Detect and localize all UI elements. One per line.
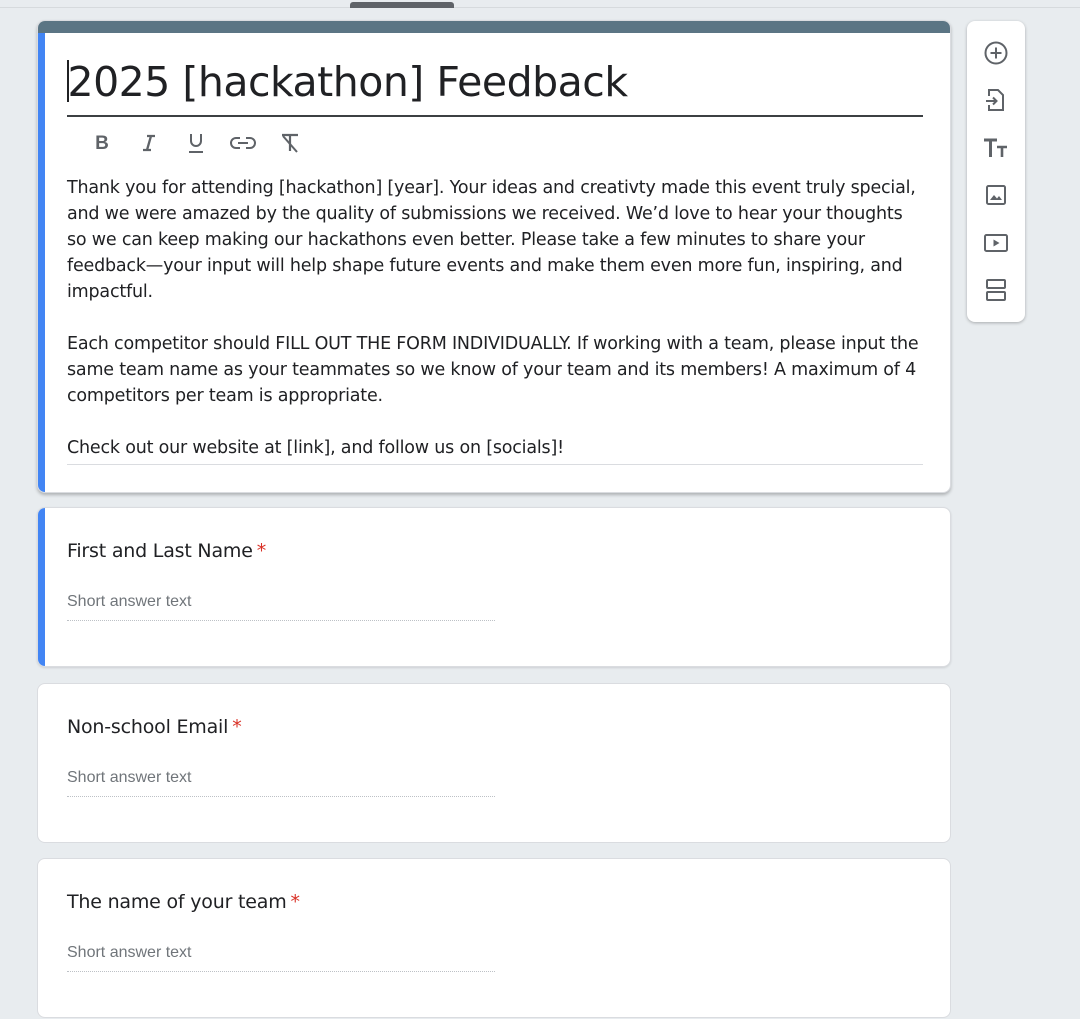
link-icon[interactable]: [219, 127, 266, 159]
question-title-text: The name of your team: [67, 891, 287, 913]
short-answer-field: Short answer text: [67, 942, 495, 972]
question-card[interactable]: Non-school Email * Short answer text: [37, 683, 951, 843]
required-asterisk: *: [256, 540, 267, 562]
top-divider: [0, 7, 1080, 8]
clear-format-icon[interactable]: [266, 127, 313, 159]
active-indicator: [38, 33, 45, 492]
import-questions-icon[interactable]: [974, 77, 1018, 125]
theme-color-bar: [38, 21, 950, 33]
form-header-card[interactable]: 2025 [hackathon] Feedback B Thank you fo…: [37, 20, 951, 493]
add-question-icon[interactable]: [974, 29, 1018, 77]
description-paragraph: Thank you for attending [hackathon] [yea…: [67, 178, 916, 302]
short-answer-field: Short answer text: [67, 767, 495, 797]
question-card[interactable]: The name of your team * Short answer text: [37, 858, 951, 1018]
form-description-input[interactable]: Thank you for attending [hackathon] [yea…: [67, 175, 923, 461]
italic-icon[interactable]: [125, 127, 172, 159]
floating-toolbar: [967, 21, 1025, 322]
description-paragraph: Each competitor should FILL OUT THE FORM…: [67, 334, 919, 406]
question-title-text: Non-school Email: [67, 716, 229, 738]
required-asterisk: *: [232, 716, 242, 738]
bold-icon[interactable]: B: [78, 127, 125, 159]
underline-icon[interactable]: [172, 127, 219, 159]
add-image-icon[interactable]: [974, 172, 1018, 220]
add-section-icon[interactable]: [974, 267, 1018, 315]
form-title-input[interactable]: 2025 [hackathon] Feedback: [67, 57, 923, 117]
description-underline: [67, 464, 923, 465]
description-paragraph: Check out our website at [link], and fol…: [67, 438, 564, 458]
short-answer-field: Short answer text: [67, 591, 495, 621]
question-title-text: First and Last Name: [67, 540, 253, 562]
active-indicator: [38, 508, 45, 666]
question-card[interactable]: First and Last Name * Short answer text: [37, 507, 951, 667]
question-title: The name of your team *: [67, 889, 300, 915]
drag-handle[interactable]: [350, 2, 454, 8]
add-video-icon[interactable]: [974, 219, 1018, 267]
format-toolbar: B: [78, 127, 313, 159]
question-title: Non-school Email *: [67, 714, 242, 740]
add-title-icon[interactable]: [974, 124, 1018, 172]
required-asterisk: *: [290, 891, 301, 913]
question-title: First and Last Name *: [67, 538, 266, 564]
svg-text:B: B: [95, 133, 109, 153]
form-title-text: 2025 [hackathon] Feedback: [67, 58, 629, 106]
